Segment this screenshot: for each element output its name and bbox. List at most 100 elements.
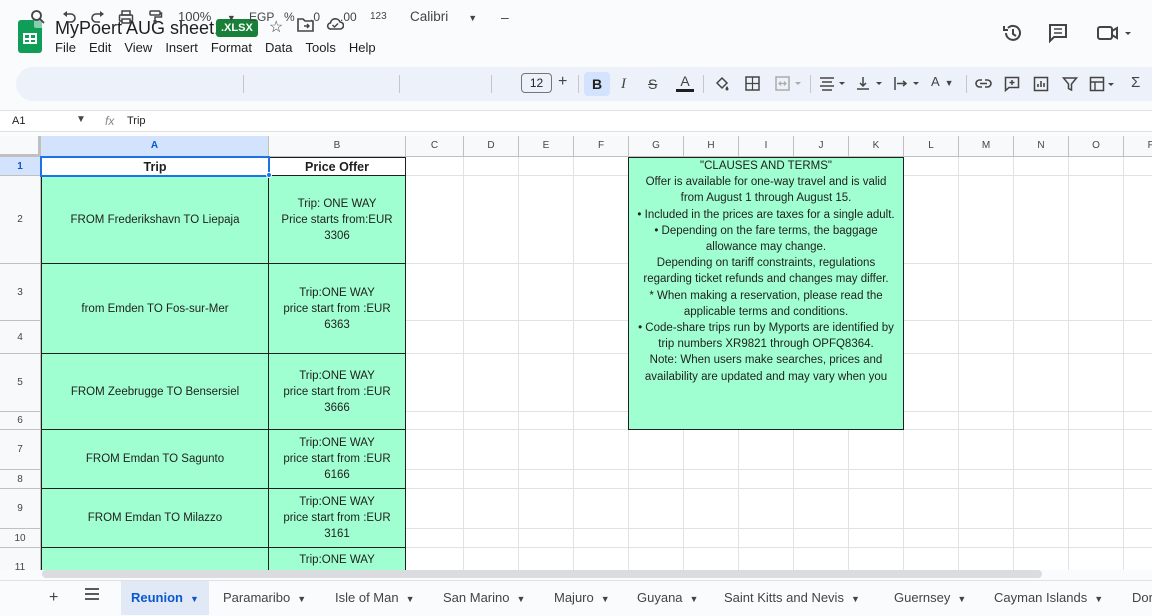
menu-help[interactable]: Help [349,40,383,56]
horizontal-align-icon[interactable] [819,76,849,95]
cell-price-offer[interactable]: Trip: ONE WAY Price starts from:EUR 3306 [268,175,406,264]
cell-price-offer[interactable]: Trip:ONE WAY [268,547,406,570]
sheet-tab-paramaribo[interactable]: Paramaribo ▼ [223,581,306,615]
row-header-5[interactable]: 5 [0,354,41,412]
meet-video-icon[interactable] [1096,22,1134,50]
text-rotation-icon[interactable]: A ▼ [931,74,954,91]
column-header-d[interactable]: D [464,136,519,157]
currency-format-button[interactable]: EGP [249,9,274,25]
decrease-decimals-button[interactable]: .0 [310,9,320,25]
version-history-icon[interactable] [1002,22,1024,50]
column-header-c[interactable]: C [406,136,464,157]
column-header-l[interactable]: L [904,136,959,157]
decrease-font-size-button[interactable]: – [501,9,509,25]
insert-chart-icon[interactable] [1033,76,1049,96]
row-header-1[interactable]: 1 [0,157,41,176]
increase-font-size-button[interactable]: + [558,74,567,90]
column-header-a[interactable]: A [41,136,269,157]
sheet-tab-san-marino[interactable]: San Marino ▼ [443,581,525,615]
sheet-tab-majuro[interactable]: Majuro ▼ [554,581,610,615]
row-header-2[interactable]: 2 [0,176,41,264]
bold-button[interactable]: B [592,76,602,92]
filter-icon[interactable] [1061,76,1079,96]
comments-icon[interactable] [1047,22,1069,50]
column-header-e[interactable]: E [519,136,574,157]
cell-price-offer[interactable]: Trip:ONE WAY price start from :EUR 3666 [268,353,406,430]
font-family-select[interactable]: Calibri ▼ [410,9,477,26]
zoom-select[interactable]: 100% ▼ [178,9,236,26]
menu-insert[interactable]: Insert [165,40,205,56]
column-header-k[interactable]: K [849,136,904,157]
functions-icon[interactable]: Σ [1131,75,1140,91]
italic-button[interactable]: I [621,76,626,92]
formula-input[interactable]: Trip [127,115,146,127]
menu-format[interactable]: Format [211,40,259,56]
cell-trip[interactable]: FROM Emdan TO Milazzo [41,488,269,548]
add-sheet-icon[interactable]: + [49,589,58,607]
filter-views-icon[interactable] [1089,76,1119,96]
row-header-7[interactable]: 7 [0,430,41,470]
column-header-p[interactable]: P [1124,136,1152,157]
menu-edit[interactable]: Edit [89,40,118,56]
column-header-g[interactable]: G [629,136,684,157]
column-header-j[interactable]: J [794,136,849,157]
cell-trip[interactable]: FROM Zeebrugge TO Bensersiel [41,353,269,430]
row-header-3[interactable]: 3 [0,264,41,321]
redo-icon[interactable] [90,9,106,29]
number-format-button[interactable]: 123 [370,9,387,25]
row-header-6[interactable]: 6 [0,412,41,430]
menu-tools[interactable]: Tools [305,40,342,56]
borders-icon[interactable] [745,76,760,95]
fill-color-icon[interactable] [714,76,730,96]
text-wrapping-icon[interactable] [893,76,923,95]
row-header-9[interactable]: 9 [0,489,41,529]
text-color-button[interactable]: A [676,73,694,92]
chevron-down-icon[interactable]: ▼ [76,114,86,125]
search-menus-icon[interactable] [30,9,46,29]
column-header-b[interactable]: B [269,136,406,157]
cell-trip[interactable]: from Emden TO Fos-sur-Mer [41,263,269,354]
menu-file[interactable]: File [55,40,83,56]
menu-data[interactable]: Data [265,40,299,56]
column-header-o[interactable]: O [1069,136,1124,157]
cell-trip[interactable]: FROM Frederikshavn TO Liepaja [41,175,269,264]
insert-comment-icon[interactable] [1004,76,1020,96]
sheet-tab-guernsey[interactable]: Guernsey ▼ [894,581,966,615]
cell-b1-price-offer-header[interactable]: Price Offer [268,157,406,176]
name-box[interactable]: A1 [12,115,25,127]
cell-trip[interactable]: FROM Emdan TO Sagunto [41,429,269,489]
cell-price-offer[interactable]: Trip:ONE WAY price start from :EUR 6363 [268,263,406,354]
clauses-and-terms-cell[interactable]: "CLAUSES AND TERMS" Offer is available f… [628,157,904,430]
strikethrough-button[interactable]: S [648,76,657,92]
cell-price-offer[interactable]: Trip:ONE WAY price start from :EUR 3161 [268,488,406,548]
sheet-tab-guyana[interactable]: Guyana ▼ [637,581,698,615]
column-header-i[interactable]: I [739,136,794,157]
row-header-11[interactable]: 11 [0,548,41,570]
column-header-f[interactable]: F [574,136,629,157]
horizontal-scrollbar[interactable] [42,570,1042,578]
row-header-10[interactable]: 10 [0,529,41,548]
cell-a1-trip-header[interactable]: Trip [41,157,269,176]
column-header-n[interactable]: N [1014,136,1069,157]
cell-price-offer[interactable]: Trip:ONE WAY price start from :EUR 6166 [268,429,406,489]
sheet-tab-partial[interactable]: Dor [1132,581,1152,615]
sheet-tab-saint-kitts-and-nevis[interactable]: Saint Kitts and Nevis ▼ [724,581,860,615]
font-size-input[interactable]: 12 [521,73,552,93]
percent-format-button[interactable]: % [284,9,295,25]
paint-format-icon[interactable] [147,9,163,29]
undo-icon[interactable] [61,9,77,29]
row-header-8[interactable]: 8 [0,470,41,489]
select-all-corner[interactable] [0,136,41,157]
vertical-align-icon[interactable] [856,76,886,95]
spreadsheet-grid[interactable]: A B C D E F G H I J K L M N O P 1 2 3 4 … [0,136,1152,570]
sheet-tab-reunion[interactable]: Reunion ▼ [121,581,209,615]
fill-handle[interactable] [266,172,272,178]
row-header-4[interactable]: 4 [0,321,41,354]
merge-cells-icon[interactable] [775,76,803,95]
insert-link-icon[interactable] [975,76,992,95]
column-header-m[interactable]: M [959,136,1014,157]
increase-decimals-button[interactable]: .00 [340,9,357,25]
column-header-h[interactable]: H [684,136,739,157]
menu-view[interactable]: View [124,40,159,56]
sheet-tab-cayman-islands[interactable]: Cayman Islands ▼ [994,581,1103,615]
